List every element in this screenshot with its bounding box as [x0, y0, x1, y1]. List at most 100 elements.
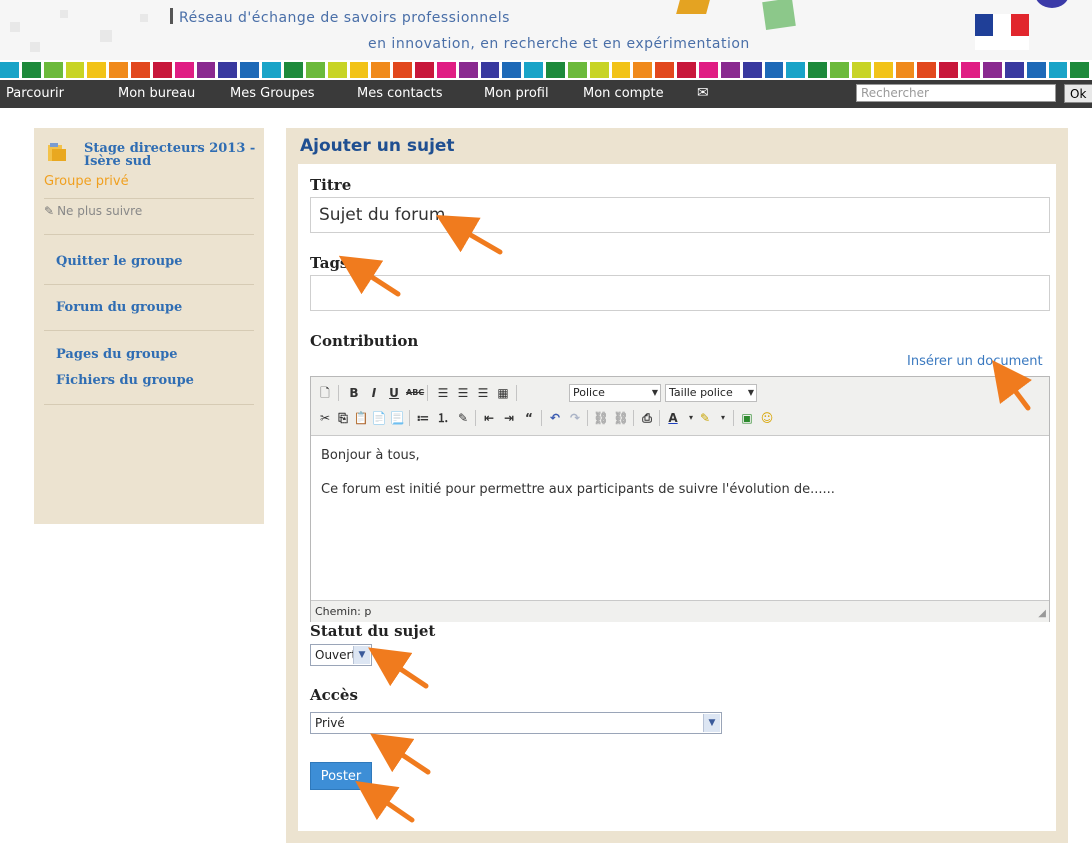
- search-input[interactable]: [856, 84, 1056, 102]
- editor-content[interactable]: Bonjour à tous, Ce forum est initié pour…: [311, 436, 1049, 600]
- nav-item-mes-groupes[interactable]: Mes Groupes: [230, 86, 314, 101]
- nav-item-mon-bureau[interactable]: Mon bureau: [118, 86, 195, 101]
- post-button[interactable]: Poster: [310, 762, 372, 790]
- color-stripe-segment: [917, 62, 937, 78]
- bold-icon[interactable]: B: [346, 385, 362, 401]
- color-stripe-segment: [436, 62, 456, 78]
- color-stripe-segment: [218, 62, 238, 78]
- group-forum-link[interactable]: Forum du groupe: [56, 300, 182, 315]
- color-stripe-segment: [830, 62, 849, 78]
- color-stripe-segment: [0, 62, 19, 78]
- insert-document-link[interactable]: Insérer un document: [907, 354, 1043, 369]
- color-stripe-segment: [43, 62, 63, 78]
- color-stripe-segment: [1048, 62, 1068, 78]
- color-stripe-segment: [371, 62, 391, 78]
- align-left-icon[interactable]: ☰: [435, 385, 451, 401]
- resize-grip-icon[interactable]: ◢: [1038, 608, 1046, 619]
- access-label: Accès: [310, 686, 358, 704]
- color-stripe-segment: [196, 62, 216, 78]
- align-justify-icon[interactable]: ▦: [495, 385, 511, 401]
- chevron-down-icon[interactable]: ▼: [353, 646, 370, 664]
- color-stripe-segment: [283, 62, 303, 78]
- paste-word-icon[interactable]: 📃: [389, 410, 405, 426]
- group-files-link[interactable]: Fichiers du groupe: [56, 373, 194, 388]
- envelope-icon[interactable]: ✉: [697, 85, 709, 101]
- color-stripe-segment: [546, 62, 565, 78]
- color-stripe-segment: [1026, 62, 1046, 78]
- nav-item-mes-contacts[interactable]: Mes contacts: [357, 86, 443, 101]
- color-stripe-segment: [152, 62, 172, 78]
- divider: [44, 198, 254, 199]
- unfollow-label: Ne plus suivre: [57, 204, 143, 218]
- underline-icon[interactable]: U: [386, 385, 402, 401]
- paste-icon[interactable]: 📋: [353, 410, 369, 426]
- numbered-list-icon[interactable]: ⒈: [435, 410, 451, 426]
- color-stripe-segment: [873, 62, 893, 78]
- strikethrough-icon[interactable]: ABC: [406, 385, 424, 401]
- access-select[interactable]: Privé ▼: [310, 712, 722, 734]
- align-right-icon[interactable]: ☰: [475, 385, 491, 401]
- color-stripe-segment: [87, 62, 107, 78]
- copy-icon[interactable]: ⎘: [335, 410, 351, 426]
- group-pages-link[interactable]: Pages du groupe: [56, 347, 178, 362]
- color-stripe-segment: [262, 62, 281, 78]
- tags-input[interactable]: [310, 275, 1050, 311]
- color-stripe-segment: [961, 62, 980, 78]
- indent-icon[interactable]: ⇥: [501, 410, 517, 426]
- search-button[interactable]: Ok: [1064, 84, 1092, 103]
- undo-icon[interactable]: ↶: [547, 410, 563, 426]
- color-stripe-segment: [174, 62, 194, 78]
- chevron-down-icon: ▼: [747, 388, 754, 397]
- quit-group-link[interactable]: Quitter le groupe: [56, 254, 183, 269]
- image-icon[interactable]: ▣: [739, 410, 755, 426]
- color-stripe-segment: [480, 62, 500, 78]
- color-stripe-segment: [764, 62, 784, 78]
- link-icon[interactable]: ⛓: [593, 410, 609, 426]
- align-center-icon[interactable]: ☰: [455, 385, 471, 401]
- status-select[interactable]: Ouvert ▼: [310, 644, 372, 666]
- contribution-label: Contribution: [310, 332, 419, 350]
- title-input[interactable]: [310, 197, 1050, 233]
- font-size-select[interactable]: Taille police ▼: [665, 384, 757, 402]
- divider: [44, 234, 254, 235]
- add-topic-panel: Ajouter un sujet Titre Tags Contribution…: [286, 128, 1068, 843]
- redo-icon[interactable]: ↷: [567, 410, 583, 426]
- paste-text-icon[interactable]: 📄: [371, 410, 387, 426]
- outdent-icon[interactable]: ⇤: [481, 410, 497, 426]
- status-label: Statut du sujet: [310, 622, 436, 640]
- tagline-line2: en innovation, en recherche et en expéri…: [368, 36, 750, 52]
- nav-item-mon-compte[interactable]: Mon compte: [583, 86, 664, 101]
- color-stripe-segment: [240, 62, 260, 78]
- nav-item-parcourir[interactable]: Parcourir: [6, 86, 64, 101]
- font-color-icon[interactable]: A: [665, 410, 681, 426]
- unlink-icon[interactable]: ⛓: [613, 410, 629, 426]
- chevron-down-icon[interactable]: ▼: [703, 714, 720, 732]
- clean-format-icon[interactable]: ⎙: [639, 410, 655, 426]
- color-stripe-segment: [589, 62, 609, 78]
- unfollow-link[interactable]: ✎ Ne plus suivre: [44, 204, 142, 218]
- form-body: Titre Tags Contribution Insérer un docum…: [298, 164, 1056, 831]
- color-stripe-segment: [415, 62, 434, 78]
- bullet-list-icon[interactable]: ≔: [415, 410, 431, 426]
- italic-icon[interactable]: I: [366, 385, 382, 401]
- font-family-select[interactable]: Police ▼: [569, 384, 661, 402]
- color-stripe-segment: [808, 62, 828, 78]
- chevron-down-icon[interactable]: ▾: [715, 410, 731, 426]
- new-document-icon[interactable]: 🗋: [317, 385, 333, 401]
- edit-icon[interactable]: ✎: [455, 410, 471, 426]
- group-icon: [48, 143, 66, 161]
- quote-icon[interactable]: “: [521, 410, 537, 426]
- decorative-shape: [762, 0, 796, 30]
- decorative-shape: [1035, 0, 1069, 8]
- republique-logo[interactable]: [975, 14, 1029, 50]
- nav-item-mon-profil[interactable]: Mon profil: [484, 86, 549, 101]
- highlight-icon[interactable]: ✎: [697, 410, 713, 426]
- cut-icon[interactable]: ✂: [317, 410, 333, 426]
- color-stripe-segment: [851, 62, 871, 78]
- editor-paragraph: Ce forum est initié pour permettre aux p…: [321, 482, 835, 497]
- smiley-icon[interactable]: ☺: [759, 410, 775, 426]
- group-name[interactable]: Stage directeurs 2013 - Isère sud: [84, 142, 264, 168]
- chevron-down-icon: ▼: [651, 388, 658, 397]
- font-size-value: Taille police: [669, 386, 733, 399]
- color-stripe-segment: [502, 62, 522, 78]
